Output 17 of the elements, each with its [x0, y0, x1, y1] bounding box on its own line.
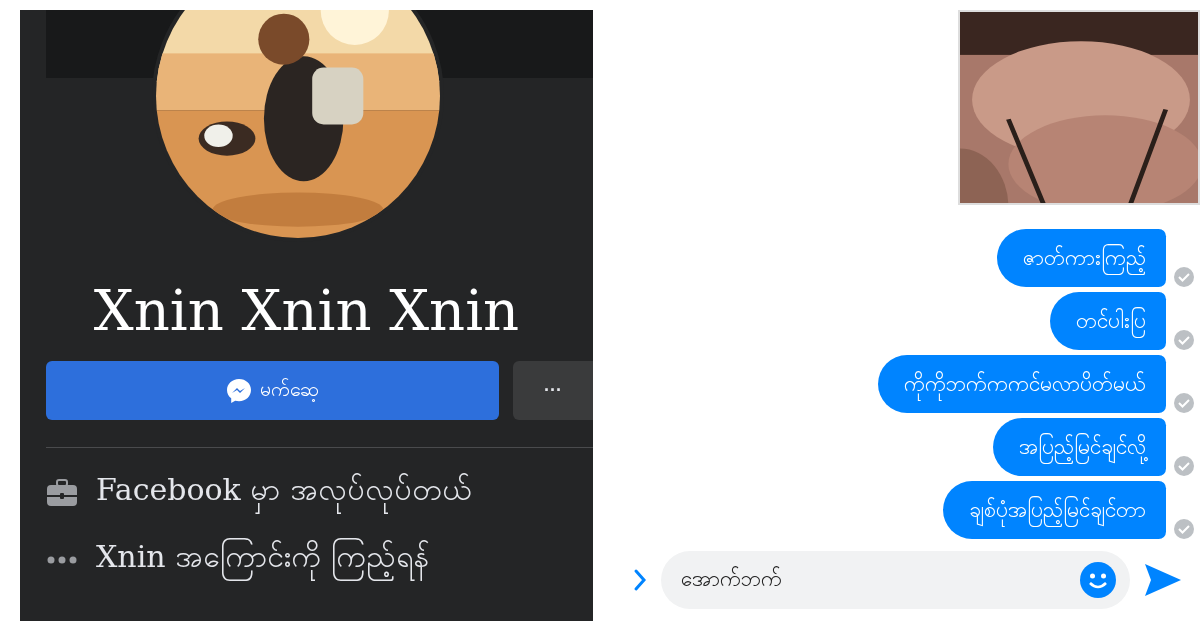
- message-input[interactable]: အောက်ဘက်: [661, 551, 1130, 609]
- briefcase-icon: [46, 477, 78, 508]
- send-icon[interactable]: [1144, 563, 1182, 597]
- message-bubble: တင်ပါးပြ: [1050, 292, 1166, 350]
- message-bubble: အပြည့်မြင်ချင်လို့: [993, 418, 1166, 476]
- message-bubble: ဇာတ်ကားကြည့်: [997, 229, 1166, 287]
- message-bubble: ကိုကိုဘက်ကကင်မလာပိတ်မယ်: [878, 355, 1166, 413]
- more-button[interactable]: ···: [513, 361, 593, 420]
- detail-text: Facebook မှာ အလုပ်လုပ်တယ်: [96, 470, 472, 515]
- detail-text: Xnin အကြောင်းကို ကြည့်ရန်: [96, 537, 429, 582]
- message-button[interactable]: မက်ဆေ့: [46, 361, 499, 420]
- more-icon: [46, 555, 78, 564]
- messenger-icon: [226, 377, 252, 404]
- profile-name: Xnin Xnin Xnin: [92, 277, 521, 345]
- message-bubble: ချစ်ပုံအပြည့်မြင်ချင်တာ: [943, 481, 1166, 539]
- smiley-icon[interactable]: [1080, 562, 1116, 598]
- expand-icon[interactable]: [633, 568, 647, 592]
